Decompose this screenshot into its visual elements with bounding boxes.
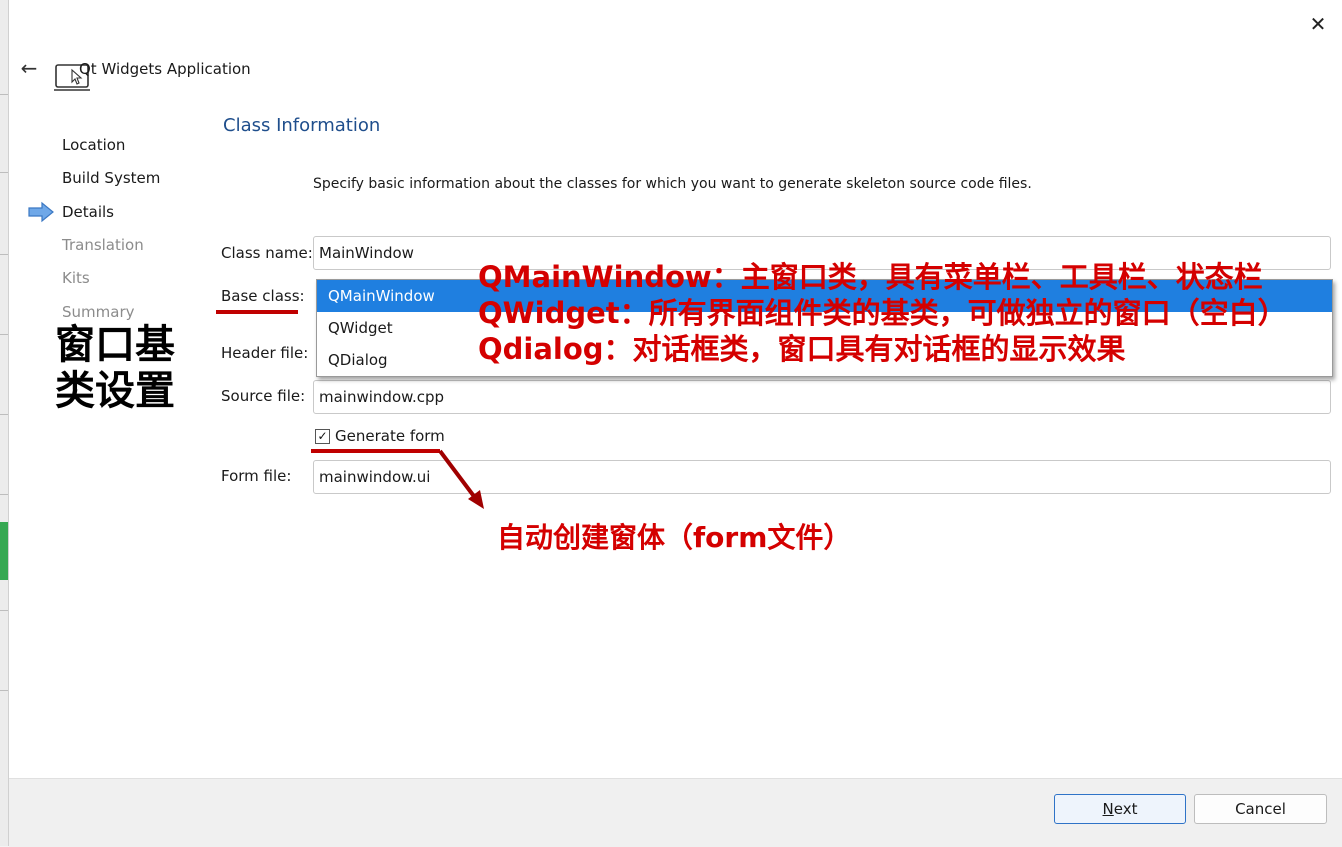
background-line — [0, 690, 8, 691]
nav-item-details: Details — [62, 203, 115, 221]
wizard-dialog: ✕ ← Qt Widgets Application Location Buil… — [8, 0, 1342, 847]
next-button[interactable]: Next — [1054, 794, 1186, 824]
form-file-input[interactable]: mainwindow.ui — [313, 460, 1331, 494]
next-mnemonic: N — [1102, 800, 1114, 818]
back-arrow-icon[interactable]: ← — [15, 54, 43, 82]
background-line — [0, 414, 8, 415]
generate-form-checkbox[interactable]: ✓ — [315, 429, 330, 444]
annotation-form-file: 自动创建窗体（form文件） — [497, 521, 852, 554]
background-line — [0, 94, 8, 95]
page-description: Specify basic information about the clas… — [313, 176, 1032, 192]
base-class-label: Base class: — [221, 287, 305, 305]
background-line — [0, 172, 8, 173]
close-icon[interactable]: ✕ — [1304, 10, 1332, 38]
nav-item-summary: Summary — [62, 303, 135, 321]
header-file-label: Header file: — [221, 344, 309, 362]
nav-item-kits: Kits — [62, 269, 90, 287]
window-title: Qt Widgets Application — [79, 60, 251, 78]
source-file-label: Source file: — [221, 387, 306, 405]
current-step-arrow-icon — [28, 201, 54, 223]
cancel-button[interactable]: Cancel — [1194, 794, 1327, 824]
nav-item-build-system: Build System — [62, 169, 161, 187]
class-name-label: Class name: — [221, 244, 313, 262]
background-line — [0, 334, 8, 335]
nav-item-location: Location — [62, 136, 126, 154]
annotation-title-line1: 窗口基 — [55, 322, 175, 368]
background-line — [0, 610, 8, 611]
background-line — [0, 494, 8, 495]
background-line — [0, 254, 8, 255]
annotation-title-line2: 类设置 — [55, 368, 175, 414]
form-file-label: Form file: — [221, 467, 292, 485]
background-green-block — [0, 522, 8, 580]
nav-item-translation: Translation — [62, 236, 144, 254]
source-file-input[interactable]: mainwindow.cpp — [313, 380, 1331, 414]
page-title: Class Information — [223, 115, 381, 136]
next-label: ext — [1113, 800, 1138, 818]
annotation-qdialog: Qdialog：对话框类，窗口具有对话框的显示效果 — [478, 332, 1126, 366]
generate-form-label[interactable]: Generate form — [335, 427, 445, 445]
